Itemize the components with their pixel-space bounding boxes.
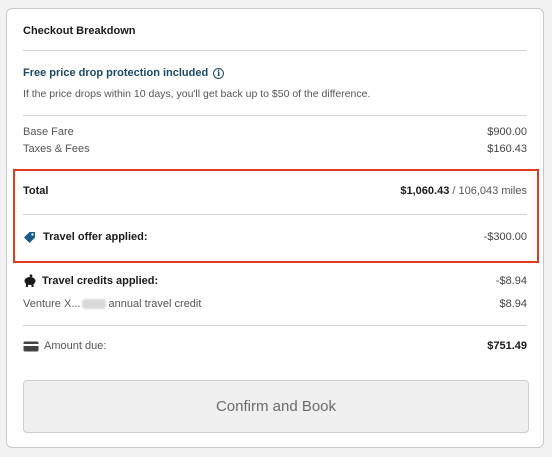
base-fare-row: Base Fare $900.00 <box>23 126 527 138</box>
total-label: Total <box>23 185 49 197</box>
divider <box>23 214 527 215</box>
venture-credit-label: Venture X... annual travel credit <box>23 298 201 310</box>
travel-offer-label-group: Travel offer applied: <box>23 230 148 244</box>
total-value: $1,060.43 <box>400 185 450 197</box>
amount-due-value: $751.49 <box>487 340 527 352</box>
divider <box>23 50 527 51</box>
divider <box>23 325 527 326</box>
taxes-fees-row: Taxes & Fees $160.43 <box>23 143 527 155</box>
venture-credit-prefix: Venture X... <box>23 298 81 310</box>
total-miles: / 106,043 miles <box>452 185 527 197</box>
venture-credit-row: Venture X... annual travel credit $8.94 <box>23 298 527 310</box>
travel-offer-label: Travel offer applied: <box>43 231 148 243</box>
travel-credits-row: Travel credits applied: -$8.94 <box>23 274 527 287</box>
venture-credit-value: $8.94 <box>499 298 527 310</box>
divider <box>23 115 527 116</box>
promo-description: If the price drops within 10 days, you'l… <box>23 88 371 100</box>
credit-card-icon <box>23 341 39 351</box>
base-fare-value: $900.00 <box>487 126 527 138</box>
checkout-breakdown-card: Checkout Breakdown Free price drop prote… <box>6 8 544 448</box>
travel-credits-label: Travel credits applied: <box>42 274 159 287</box>
taxes-fees-label: Taxes & Fees <box>23 143 90 155</box>
confirm-and-book-button[interactable]: Confirm and Book <box>23 380 529 433</box>
promo-title: Free price drop protection included <box>23 67 209 79</box>
card-title: Checkout Breakdown <box>23 25 136 37</box>
tag-icon <box>24 232 35 243</box>
travel-offer-value: -$300.00 <box>483 231 527 243</box>
amount-due-label: Amount due: <box>44 340 107 352</box>
amount-due-label-group: Amount due: <box>23 340 106 352</box>
base-fare-label: Base Fare <box>23 126 74 138</box>
info-icon[interactable]: i <box>213 67 225 79</box>
redacted-card-number <box>82 299 107 310</box>
travel-offer-row: Travel offer applied: -$300.00 <box>23 230 527 244</box>
total-amount-group: $1,060.43 / 106,043 miles <box>400 185 527 197</box>
highlight-box <box>13 169 539 263</box>
taxes-fees-value: $160.43 <box>487 143 527 155</box>
amount-due-row: Amount due: $751.49 <box>23 340 527 352</box>
travel-credits-value: -$8.94 <box>495 274 527 287</box>
venture-credit-suffix: annual travel credit <box>108 298 202 310</box>
piggy-bank-icon <box>24 274 36 287</box>
total-row: Total $1,060.43 / 106,043 miles <box>23 185 527 197</box>
price-drop-promo: Free price drop protection included i <box>23 67 225 79</box>
travel-credits-label-group: Travel credits applied: <box>23 274 158 287</box>
